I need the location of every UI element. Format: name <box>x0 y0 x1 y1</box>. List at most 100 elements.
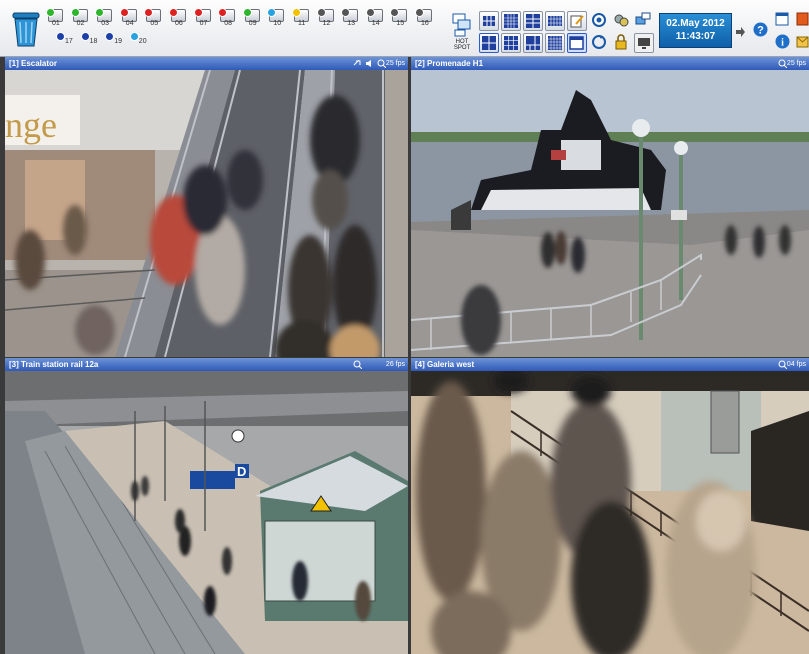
svg-text:i: i <box>781 38 784 49</box>
camera-number: 10 <box>273 20 282 27</box>
platform-letter: D <box>237 464 246 479</box>
power-icon[interactable] <box>796 12 809 26</box>
camera-button[interactable]: 02 <box>70 8 95 30</box>
camera-image-train-station: D <box>5 371 408 654</box>
trash-icon[interactable] <box>11 10 41 48</box>
layout-2x3-icon <box>526 14 540 28</box>
video-tile-train-station[interactable]: [3] Train station rail 12a 26 fps D <box>5 358 408 654</box>
monitor-button[interactable] <box>634 33 654 53</box>
tile-fps: 25 fps <box>786 60 806 67</box>
camera-button[interactable]: 05 <box>144 8 168 30</box>
edit-button[interactable] <box>567 11 587 31</box>
camera-number: 06 <box>175 20 183 27</box>
tile-title: [1] Escalator <box>9 59 58 68</box>
camera-number: 09 <box>248 20 257 27</box>
video-tile-galeria-west[interactable]: [4] Galeria west 04 fps <box>411 358 809 654</box>
datetime-display: 02.May 2012 11:43:07 <box>659 13 732 48</box>
camera-button[interactable]: 11 <box>292 8 316 30</box>
camera-status-indicator <box>56 32 65 41</box>
mail-icon[interactable] <box>796 34 809 49</box>
camera-button[interactable]: 14 <box>365 8 390 30</box>
camera-button[interactable]: 19 <box>105 31 129 53</box>
tile-title: [2] Promenade H1 <box>415 59 484 68</box>
tile-fps: 25 fps <box>385 60 405 67</box>
camera-image-galeria <box>411 371 809 654</box>
lock-button[interactable] <box>612 33 630 51</box>
arrow-right-icon[interactable] <box>735 24 745 37</box>
camera-status-indicator <box>292 8 301 17</box>
camera-button[interactable]: 13 <box>341 8 365 30</box>
zoom-icon[interactable] <box>778 59 787 68</box>
network-button[interactable] <box>634 11 652 29</box>
camera-number: 03 <box>101 20 109 27</box>
camera-number: 04 <box>125 20 134 27</box>
layout-3x2-button[interactable] <box>479 11 499 31</box>
camera-button[interactable]: 03 <box>95 8 119 30</box>
tools-button[interactable] <box>612 11 630 29</box>
help-icon[interactable]: ? <box>753 22 768 37</box>
hotspot-button[interactable]: HOT SPOT <box>452 12 472 52</box>
zoom-icon[interactable] <box>778 360 787 369</box>
camera-button[interactable]: 07 <box>193 8 218 30</box>
refresh-icon <box>592 35 606 49</box>
hotspot-label: HOT SPOT <box>453 39 471 51</box>
camera-button[interactable]: 09 <box>242 8 267 30</box>
layout-3x2-icon <box>483 16 495 26</box>
tile-title-bar: [3] Train station rail 12a 26 fps <box>5 358 408 371</box>
toolbar: 01 02 03 04 05 06 07 08 09 10 11 12 13 14 15 16 17 18 19 20… <box>0 0 809 57</box>
video-tile-escalator[interactable]: [1] Escalator 25 fps nge <box>5 57 408 357</box>
camera-button[interactable]: 12 <box>316 8 341 30</box>
camera-number: 17 <box>65 38 73 45</box>
camera-button[interactable]: 17 <box>56 31 80 53</box>
camera-image-escalator: nge <box>5 70 408 357</box>
refresh-button[interactable] <box>590 33 608 51</box>
camera-button[interactable]: 06 <box>169 8 193 30</box>
info-icon[interactable]: i <box>775 34 790 49</box>
camera-button[interactable]: 08 <box>218 8 242 30</box>
camera-status-indicator <box>129 32 139 41</box>
network-icon <box>635 12 651 25</box>
camera-button[interactable]: 04 <box>119 8 144 30</box>
layout-grid-button[interactable] <box>545 33 565 53</box>
tile-title: [4] Galeria west <box>415 360 475 369</box>
tile-title-bar: [1] Escalator 25 fps <box>5 57 408 70</box>
camera-status-indicator <box>119 8 129 17</box>
camera-number: 16 <box>421 20 429 27</box>
camera-selector: 01 02 03 04 05 06 07 08 09 10 11 12 13 14 15 16 17 18 19 20 <box>46 8 450 52</box>
layout-2x3-button[interactable] <box>523 11 543 31</box>
camera-button[interactable]: 01 <box>46 8 70 30</box>
time-text: 11:43:07 <box>675 31 716 42</box>
camera-number: 18 <box>89 38 98 45</box>
zoom-icon[interactable] <box>377 59 386 68</box>
layout-2x2-button[interactable] <box>479 33 499 53</box>
camera-button[interactable]: 10 <box>267 8 291 30</box>
window-icon[interactable] <box>775 12 789 26</box>
camera-button[interactable]: 18 <box>80 31 105 53</box>
settings-icon <box>592 13 606 27</box>
camera-status-indicator <box>193 8 203 17</box>
tile-title: [3] Train station rail 12a <box>9 360 99 369</box>
video-tile-promenade[interactable]: [2] Promenade H1 25 fps <box>411 57 809 357</box>
camera-button[interactable]: 15 <box>390 8 414 30</box>
camera-button[interactable]: 16 <box>415 8 439 30</box>
date-text: 02.May 2012 <box>666 18 725 29</box>
settings-button[interactable] <box>590 11 608 29</box>
layout-5x3-button[interactable] <box>545 11 565 31</box>
audio-icon[interactable] <box>365 59 374 68</box>
camera-button[interactable]: 20 <box>129 31 154 53</box>
layout-single-icon <box>569 36 584 50</box>
layout-1plus5-icon <box>526 36 540 50</box>
layout-single-button[interactable] <box>567 33 587 53</box>
layout-4x4-button[interactable] <box>501 11 521 31</box>
camera-status-indicator <box>105 32 115 41</box>
svg-text:?: ? <box>757 25 764 37</box>
camera-number: 15 <box>396 20 405 27</box>
camera-number: 02 <box>76 20 85 27</box>
lock-icon <box>615 34 627 50</box>
zoom-icon[interactable] <box>353 360 362 369</box>
camera-number: 11 <box>298 20 306 27</box>
link-icon[interactable] <box>353 59 362 68</box>
layout-1plus5-button[interactable] <box>523 33 543 53</box>
layout-3x3-button[interactable] <box>501 33 521 53</box>
store-sign-text: nge <box>5 105 57 145</box>
